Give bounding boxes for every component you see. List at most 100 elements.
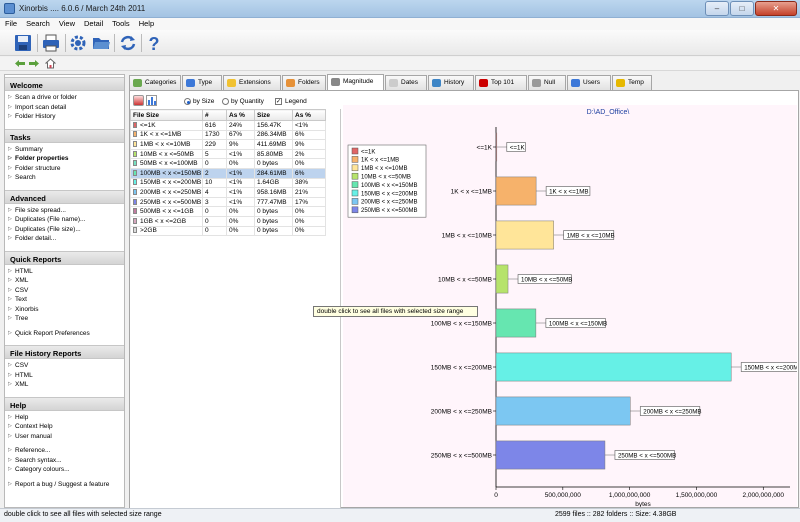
menu-search[interactable]: Search: [21, 18, 54, 28]
task-link[interactable]: Category colours...: [5, 465, 124, 475]
tab-top-101[interactable]: Top 101: [475, 75, 527, 90]
table-row[interactable]: 100MB < x <=150MB 2 <1% 284.61MB 6%: [130, 167, 326, 179]
column-header[interactable]: #: [202, 109, 227, 121]
task-link[interactable]: Quick Report Preferences: [5, 329, 124, 339]
task-link[interactable]: Help: [5, 413, 124, 423]
by-size-radio[interactable]: [184, 98, 191, 105]
task-link[interactable]: XML: [5, 276, 124, 286]
task-link[interactable]: HTML: [5, 371, 124, 381]
tab-temp[interactable]: Temp: [612, 75, 652, 90]
tab-folders[interactable]: Folders: [282, 75, 326, 90]
task-link[interactable]: Report a bug / Suggest a feature: [5, 480, 124, 490]
bar-chart-icon[interactable]: [146, 95, 157, 106]
menu-tools[interactable]: Tools: [107, 18, 134, 28]
legend-checkbox[interactable]: ✓: [275, 98, 282, 105]
task-link[interactable]: HTML: [5, 267, 124, 277]
tab-null[interactable]: Null: [528, 75, 566, 90]
table-cell: 6%: [292, 129, 326, 141]
help-icon[interactable]: ?: [143, 32, 165, 54]
table-cell: <1%: [226, 167, 255, 179]
menu-detail[interactable]: Detail: [79, 18, 107, 28]
data-label: 250MB < x <=500MB: [618, 452, 676, 459]
table-row[interactable]: 1MB < x <=10MB 229 9% 411.69MB 9%: [130, 139, 326, 150]
task-link[interactable]: XML: [5, 380, 124, 390]
bar: [495, 308, 537, 338]
task-link[interactable]: Scan a drive or folder: [5, 93, 124, 103]
section-header[interactable]: File History Reports: [5, 345, 124, 359]
task-link[interactable]: Summary: [5, 145, 124, 155]
column-header[interactable]: File Size: [130, 109, 203, 121]
close-button[interactable]: ✕: [755, 1, 797, 16]
tab-categories[interactable]: Categories: [129, 75, 181, 90]
tab-type[interactable]: Type: [182, 75, 222, 90]
minimize-button[interactable]: –: [705, 1, 729, 16]
maximize-button[interactable]: □: [730, 1, 754, 16]
task-link[interactable]: Folder detail...: [5, 234, 124, 244]
table-cell: 0 bytes: [254, 225, 293, 237]
print-icon[interactable]: [40, 32, 62, 54]
table-cell: 411.69MB: [254, 139, 293, 150]
table-row[interactable]: 250MB < x <=500MB 3 <1% 777.47MB 17%: [130, 196, 326, 208]
by-quantity-radio[interactable]: [222, 98, 229, 105]
tab-users[interactable]: Users: [567, 75, 611, 90]
column-header[interactable]: As %: [226, 109, 255, 121]
cell-text: 1K < x <=1MB: [140, 131, 182, 139]
table-cell: 500MB < x <=1GB: [130, 206, 203, 217]
table-cell: 616: [202, 120, 227, 131]
tab-history[interactable]: History: [428, 75, 474, 90]
cell-text: 6%: [295, 169, 305, 177]
section-header[interactable]: Advanced: [5, 189, 124, 204]
task-link[interactable]: File size spread...: [5, 206, 124, 216]
section-header[interactable]: Welcome: [5, 77, 124, 91]
task-link[interactable]: Folder properties: [5, 154, 124, 164]
task-link[interactable]: Import scan detail: [5, 103, 124, 113]
task-link[interactable]: CSV: [5, 286, 124, 296]
section-header[interactable]: Quick Reports: [5, 250, 124, 265]
table-row[interactable]: 1K < x <=1MB 1730 67% 286.34MB 6%: [130, 129, 326, 141]
table-row[interactable]: >2GB 0 0% 0 bytes 0%: [130, 225, 326, 237]
cell-text: 6%: [295, 131, 305, 139]
save-icon[interactable]: [12, 32, 34, 54]
menu-file[interactable]: File: [0, 18, 21, 28]
pie-chart-icon[interactable]: [133, 95, 144, 106]
section-header[interactable]: Help: [5, 396, 124, 411]
folder-open-icon[interactable]: [90, 32, 112, 54]
menu-help[interactable]: Help: [134, 18, 158, 28]
column-header[interactable]: Size: [254, 109, 293, 121]
task-link[interactable]: Context Help: [5, 422, 124, 432]
task-link[interactable]: Search syntax...: [5, 456, 124, 466]
tab-extensions[interactable]: Extensions: [223, 75, 281, 90]
menu-view[interactable]: View: [54, 18, 79, 28]
section-header[interactable]: Tasks: [5, 128, 124, 143]
tab-magnitude[interactable]: Magnitude: [327, 74, 384, 90]
table-row[interactable]: 50MB < x <=100MB 0 0% 0 bytes 0%: [130, 158, 326, 169]
task-link[interactable]: Reference...: [5, 446, 124, 456]
task-link[interactable]: Folder structure: [5, 164, 124, 174]
task-link[interactable]: Folder History: [5, 112, 124, 122]
settings-icon[interactable]: [67, 32, 89, 54]
table-row[interactable]: 150MB < x <=200MB 10 <1% 1.64GB 38%: [130, 177, 326, 189]
tab-dates[interactable]: Dates: [385, 75, 427, 90]
table-cell: 24%: [226, 120, 255, 131]
task-link[interactable]: Duplicates (File size)...: [5, 225, 124, 235]
column-header[interactable]: As %: [292, 109, 326, 121]
table-row[interactable]: 10MB < x <=50MB 5 <1% 85.80MB 2%: [130, 148, 326, 160]
task-link[interactable]: Duplicates (File name)...: [5, 215, 124, 225]
forward-arrow-icon[interactable]: [29, 59, 39, 68]
cell-text: 17%: [295, 198, 309, 206]
task-link[interactable]: Xinorbis: [5, 305, 124, 315]
back-arrow-icon[interactable]: [15, 59, 25, 68]
task-link[interactable]: Search: [5, 173, 124, 183]
task-link[interactable]: CSV: [5, 361, 124, 371]
refresh-icon[interactable]: [117, 32, 139, 54]
table-cell: <1%: [226, 187, 255, 198]
task-link[interactable]: Text: [5, 295, 124, 305]
table-row[interactable]: <=1K 616 24% 156.47K <1%: [130, 120, 326, 131]
table-row[interactable]: 500MB < x <=1GB 0 0% 0 bytes 0%: [130, 206, 326, 217]
task-link[interactable]: Tree: [5, 314, 124, 324]
task-link[interactable]: User manual: [5, 432, 124, 442]
table-row[interactable]: 1GB < x <=2GB 0 0% 0 bytes 0%: [130, 215, 326, 227]
home-icon[interactable]: [44, 58, 57, 69]
table-row[interactable]: 200MB < x <=250MB 4 <1% 958.16MB 21%: [130, 187, 326, 198]
y-tick-label: 200MB < x <=250MB: [431, 408, 492, 415]
